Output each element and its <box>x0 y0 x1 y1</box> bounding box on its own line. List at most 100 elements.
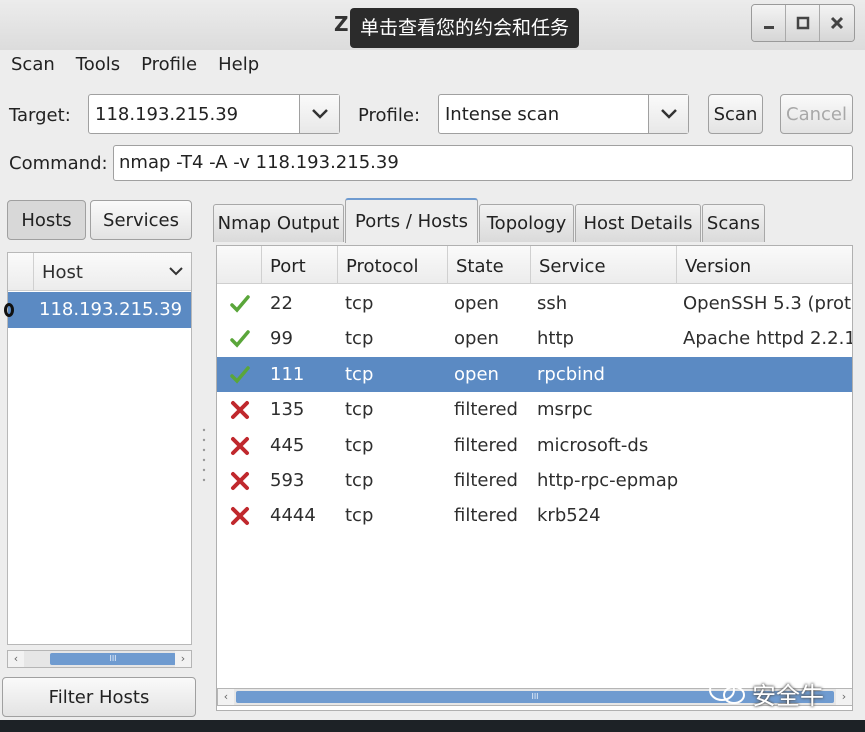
cell-state: open <box>454 363 499 385</box>
column-service[interactable]: Service <box>530 246 676 284</box>
table-row[interactable]: 111 tcp open rpcbind <box>217 356 852 392</box>
host-column-header[interactable]: Host <box>33 253 191 291</box>
table-row[interactable]: 4444 tcp filtered krb524 <box>217 498 852 533</box>
table-row[interactable]: 445 tcp filtered microsoft-ds <box>217 428 852 463</box>
check-icon <box>230 295 250 313</box>
wechat-logo-icon <box>709 679 745 704</box>
cell-protocol: tcp <box>345 470 374 491</box>
host-column-label: Host <box>42 262 83 283</box>
cross-icon <box>231 472 249 490</box>
pane-resize-handle[interactable] <box>201 425 207 485</box>
target-label: Target: <box>9 105 71 126</box>
target-combo[interactable]: 118.193.215.39 <box>88 94 340 134</box>
cell-protocol: tcp <box>345 434 374 456</box>
column-protocol[interactable]: Protocol <box>337 246 447 284</box>
hosts-toggle-button[interactable]: Hosts <box>7 200 86 240</box>
cell-state: open <box>454 293 499 314</box>
window-title: Z <box>334 12 349 36</box>
column-port[interactable]: Port <box>261 246 337 284</box>
command-label: Command: <box>9 153 108 174</box>
command-input[interactable]: nmap -T4 -A -v 118.193.215.39 <box>113 145 853 181</box>
profile-combo[interactable]: Intense scan <box>438 94 689 134</box>
maximize-icon <box>796 16 809 30</box>
scroll-left-arrow[interactable]: ‹ <box>218 689 234 705</box>
title-bar: Z 单击查看您的约会和任务 <box>0 0 865 50</box>
cross-icon <box>231 401 249 420</box>
cell-port: 593 <box>270 470 305 491</box>
host-list: Host 118.193.215.39 <box>4 252 192 645</box>
menu-bar: Scan Tools Profile Help <box>0 52 269 82</box>
scroll-thumb[interactable]: III <box>50 653 176 665</box>
cell-port: 111 <box>270 363 305 385</box>
os-icon <box>4 303 14 317</box>
menu-scan[interactable]: Scan <box>0 52 65 82</box>
ports-table: Port Protocol State Service Version 22 tc… <box>216 245 853 711</box>
close-icon <box>830 16 844 30</box>
chevron-down-icon <box>660 109 677 119</box>
menu-profile[interactable]: Profile <box>130 52 207 82</box>
profile-dropdown-button[interactable] <box>648 95 688 133</box>
cell-state: filtered <box>454 505 518 527</box>
check-icon <box>230 366 250 384</box>
cell-service: msrpc <box>537 399 593 421</box>
cell-port: 445 <box>270 434 305 456</box>
target-input[interactable]: 118.193.215.39 <box>89 104 299 125</box>
cell-service: rpcbind <box>537 363 605 385</box>
tab-ports-hosts[interactable]: Ports / Hosts <box>345 198 478 243</box>
scroll-left-arrow[interactable]: ‹ <box>8 651 24 667</box>
target-dropdown-button[interactable] <box>299 95 339 133</box>
minimize-icon <box>763 26 774 29</box>
cancel-button[interactable]: Cancel <box>780 94 853 134</box>
cross-icon <box>231 436 249 455</box>
table-row[interactable]: 593 tcp filtered http-rpc-epmap <box>217 463 852 498</box>
cell-protocol: tcp <box>345 399 374 421</box>
host-ip: 118.193.215.39 <box>39 299 183 320</box>
profile-label: Profile: <box>358 105 421 126</box>
cell-protocol: tcp <box>345 363 374 385</box>
cell-protocol: tcp <box>345 293 374 314</box>
minimize-button[interactable] <box>752 5 786 41</box>
cell-state: filtered <box>454 434 518 456</box>
maximize-button[interactable] <box>786 5 820 41</box>
tab-nmap-output[interactable]: Nmap Output <box>213 204 344 242</box>
scan-button[interactable]: Scan <box>708 94 763 134</box>
ports-table-header: Port Protocol State Service Version <box>217 246 852 284</box>
scroll-right-arrow[interactable]: › <box>836 689 852 705</box>
host-row[interactable]: 118.193.215.39 <box>4 292 191 328</box>
cell-version: OpenSSH 5.3 (prot <box>683 293 852 314</box>
cell-port: 135 <box>270 399 305 421</box>
cell-state: filtered <box>454 399 518 421</box>
host-list-scrollbar[interactable]: ‹ III › <box>7 650 192 668</box>
close-button[interactable] <box>820 5 854 41</box>
cell-state: open <box>454 328 499 350</box>
profile-select[interactable]: Intense scan <box>439 104 648 125</box>
cross-icon <box>231 507 249 526</box>
tab-topology[interactable]: Topology <box>479 204 574 242</box>
tab-host-details[interactable]: Host Details <box>575 204 701 242</box>
cell-state: filtered <box>454 470 518 491</box>
cell-service: http-rpc-epmap <box>537 470 679 491</box>
chevron-down-icon <box>169 267 183 276</box>
column-version[interactable]: Version <box>676 246 852 284</box>
filter-hosts-button[interactable]: Filter Hosts <box>2 677 196 717</box>
table-row[interactable]: 135 tcp filtered msrpc <box>217 392 852 427</box>
services-toggle-button[interactable]: Services <box>90 200 192 240</box>
watermark-text: 安全牛 <box>752 682 824 710</box>
table-row[interactable]: 99 tcp open http Apache httpd 2.2.1 <box>217 321 853 356</box>
cell-protocol: tcp <box>345 328 374 350</box>
cell-port: 99 <box>270 328 293 350</box>
table-row[interactable]: 22 tcp open ssh OpenSSH 5.3 (prot <box>217 286 852 321</box>
column-state[interactable]: State <box>447 246 530 284</box>
menu-help[interactable]: Help <box>207 52 269 82</box>
check-icon <box>230 330 250 348</box>
cell-port: 22 <box>270 293 293 314</box>
taskbar <box>0 720 865 732</box>
chevron-down-icon <box>311 109 328 119</box>
host-list-header: Host <box>8 253 191 291</box>
tooltip: 单击查看您的约会和任务 <box>350 8 580 48</box>
menu-tools[interactable]: Tools <box>65 52 130 82</box>
cell-port: 4444 <box>270 505 316 527</box>
cell-version: Apache httpd 2.2.1 <box>683 328 853 350</box>
tab-scans[interactable]: Scans <box>702 204 765 242</box>
scroll-right-arrow[interactable]: › <box>175 651 191 667</box>
